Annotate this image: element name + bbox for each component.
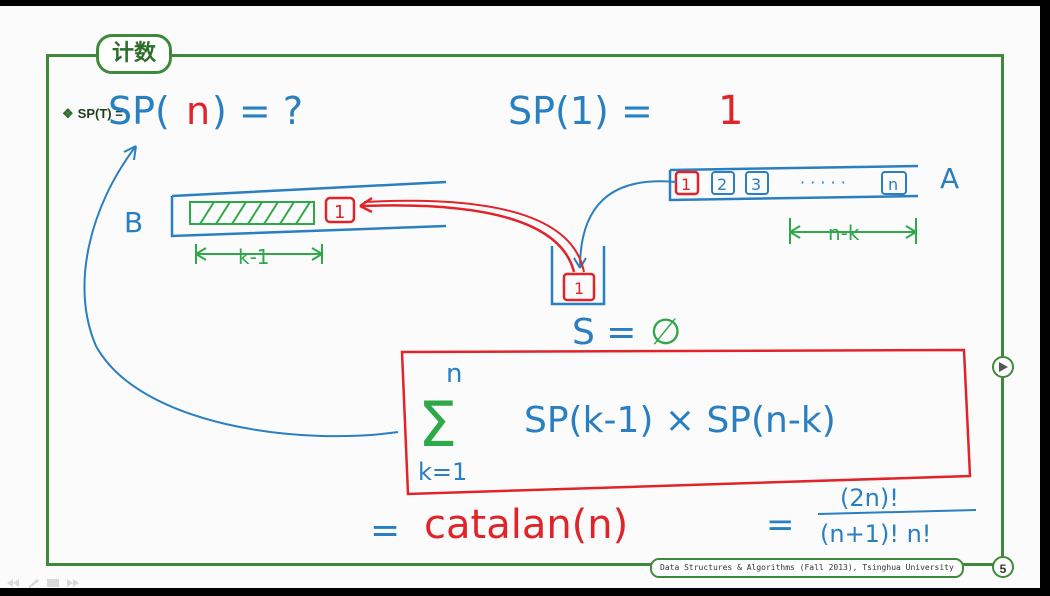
- a-element-1: 1: [681, 175, 691, 194]
- sum-symbol: Σ: [418, 388, 457, 461]
- container-a-outline: [668, 164, 919, 202]
- fraction-numerator: (2n)!: [840, 484, 899, 512]
- sum-lower-bound: k=1: [418, 458, 467, 486]
- footer-label: Data Structures & Algorithms (Fall 2013)…: [650, 558, 964, 578]
- sum-body: SP(k-1) × SP(n-k): [524, 400, 836, 441]
- prev-icon[interactable]: [6, 578, 20, 588]
- a-element-2: 2: [717, 175, 727, 194]
- play-icon: [999, 362, 1008, 372]
- a-element-n: n: [888, 175, 898, 194]
- menu-icon[interactable]: [46, 578, 60, 588]
- page-number: 5: [992, 556, 1014, 578]
- label-b: B: [124, 206, 143, 239]
- a-element-3: 3: [751, 175, 761, 194]
- sp-n-var: n: [186, 89, 210, 133]
- next-slide-button[interactable]: [992, 356, 1014, 378]
- label-k-minus-1: k-1: [238, 245, 270, 269]
- sum-upper-bound: n: [446, 359, 462, 389]
- container-b-outline: [170, 180, 447, 238]
- sp-n-label: SP(: [108, 89, 170, 133]
- arrow-sum-to-spn: [83, 145, 399, 438]
- catalan-text: catalan(n): [424, 502, 628, 548]
- fraction-equals: =: [766, 505, 795, 545]
- label-n-minus-k: n-k: [828, 221, 860, 245]
- arrow-stack-to-b: [359, 204, 576, 273]
- presentation-toolbar: [6, 578, 80, 588]
- sp-n-tail: ) = ?: [212, 89, 303, 133]
- stack-element-label: 1: [574, 279, 584, 298]
- sp-1-label: SP(1) =: [508, 89, 653, 133]
- b-filled-region: [189, 201, 315, 225]
- handwriting-layer: SP( n ) = ? SP(1) = 1 B 1 k-1 1 2 3 · · …: [83, 88, 977, 551]
- arrow-a-to-stack: [579, 180, 677, 269]
- catalan-equals: =: [370, 510, 400, 551]
- pen-icon[interactable]: [26, 578, 40, 588]
- b-element-label: 1: [334, 202, 345, 223]
- fraction-denominator: (n+1)! n!: [820, 520, 931, 548]
- a-ellipsis: · · · · ·: [800, 173, 846, 192]
- slide: 计数 ❖ SP(T) = SP( n ) = ? SP(1) = 1 B 1 k-…: [0, 6, 1040, 588]
- sp-1-value: 1: [718, 88, 743, 134]
- stack-label-s: S =: [572, 312, 636, 353]
- next-icon[interactable]: [66, 578, 80, 588]
- label-a: A: [940, 162, 959, 195]
- stack-label-empty: ∅: [650, 312, 681, 353]
- b-hatching: [199, 201, 311, 225]
